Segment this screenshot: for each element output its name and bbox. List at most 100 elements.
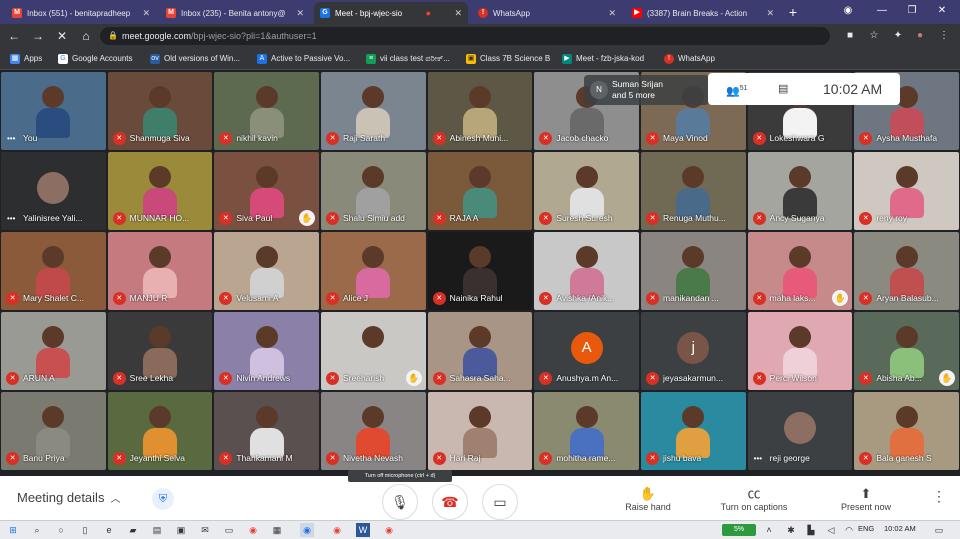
- cortana-icon[interactable]: ○: [54, 523, 68, 537]
- word-icon[interactable]: W: [356, 523, 370, 537]
- participant-tile[interactable]: ✕ Avishka /Anik...: [534, 232, 639, 310]
- participant-tile[interactable]: ✕ manikandan ...: [641, 232, 746, 310]
- participant-tile[interactable]: ✕ Suresh Suresh: [534, 152, 639, 230]
- photos-icon[interactable]: ▣: [174, 523, 188, 537]
- participant-tile[interactable]: ••• Yalinisree Yali...: [1, 152, 106, 230]
- chrome-icon[interactable]: ◉: [330, 523, 344, 537]
- bookmark-google-accounts[interactable]: G Google Accounts: [58, 52, 132, 66]
- browser-menu-icon[interactable]: ⋮: [936, 28, 952, 44]
- chat-icon[interactable]: ▤: [778, 80, 788, 98]
- participant-tile[interactable]: ✕ MUNNAR HO...: [107, 152, 213, 230]
- tab-gmail-1[interactable]: M Inbox (551) - benitapradheep ✕: [6, 2, 156, 24]
- tab-youtube[interactable]: ▶ (3387) Brain Breaks - Action ✕: [626, 2, 780, 24]
- people-icon[interactable]: 👥51: [726, 80, 748, 98]
- participant-tile[interactable]: ✕ Abisha Ab... ✋: [854, 312, 959, 390]
- host-controls-shield-icon[interactable]: ⛨: [152, 488, 174, 510]
- new-tab-button[interactable]: +: [784, 3, 802, 21]
- bookmark-class-7b[interactable]: ▣ Class 7B Science B: [466, 52, 550, 66]
- leave-call-button[interactable]: ☎: [432, 484, 468, 520]
- close-tab-icon[interactable]: ✕: [450, 8, 462, 19]
- participant-tile[interactable]: ✕ Jeyanthi Selva: [107, 392, 213, 470]
- folder-icon[interactable]: ▭: [222, 523, 236, 537]
- participant-tile[interactable]: ✕ RAJA A: [427, 152, 533, 230]
- back-icon[interactable]: ←: [6, 28, 22, 44]
- raise-hand-button[interactable]: ✋ Raise hand: [608, 486, 688, 512]
- participant-tile[interactable]: ✕ Shalu Simiu add: [321, 152, 426, 230]
- store-icon[interactable]: ▤: [150, 523, 164, 537]
- up-arrow-icon[interactable]: ˄: [762, 523, 776, 537]
- meeting-details-button[interactable]: Meeting details ︿: [17, 490, 120, 505]
- participant-tile[interactable]: ✕ Abinesh Muni...: [427, 72, 533, 150]
- avatar[interactable]: ●: [912, 28, 928, 44]
- participant-tile[interactable]: ••• You: [1, 72, 106, 150]
- participant-tile[interactable]: ✕ Nainika Rahul: [427, 232, 533, 310]
- chrome-icon[interactable]: ◉: [382, 523, 396, 537]
- captions-button[interactable]: ㏄ Turn on captions: [714, 486, 794, 512]
- participant-tile[interactable]: ✕ nikhil kavin: [214, 72, 319, 150]
- tab-whatsapp[interactable]: ! WhatsApp ✕: [472, 2, 622, 24]
- close-tab-icon[interactable]: ✕: [138, 8, 150, 19]
- home-icon[interactable]: ⌂: [78, 28, 94, 44]
- close-tab-icon[interactable]: ✕: [292, 8, 304, 19]
- bookmark-active-passive[interactable]: A Active to Passive Vo...: [257, 52, 350, 66]
- participant-tile[interactable]: ✕ Renuga Muthu...: [641, 152, 746, 230]
- participant-tile[interactable]: ✕ Mary Shalet C...: [1, 232, 106, 310]
- app-icon[interactable]: ▦: [270, 523, 284, 537]
- bookmark-apps[interactable]: ▦ Apps: [10, 52, 42, 66]
- stop-loading-icon[interactable]: ✕: [54, 28, 70, 44]
- extensions-icon[interactable]: ✦: [890, 28, 906, 44]
- participant-tile[interactable]: ✕ ARUN A: [1, 312, 106, 390]
- participant-tile[interactable]: ✕ Velusami A: [214, 232, 319, 310]
- participant-tile[interactable]: ✕ Alice J: [321, 232, 426, 310]
- bookmark-star-icon[interactable]: ☆: [866, 28, 882, 44]
- maximize-icon[interactable]: ❐: [902, 2, 922, 20]
- participant-tile[interactable]: ✕ jishu bava: [641, 392, 746, 470]
- participant-tile[interactable]: ✕ Sreeharish ✋: [321, 312, 426, 390]
- participant-tile[interactable]: ✕ MANJU R: [107, 232, 213, 310]
- participant-tile[interactable]: ✕ Raji Sarath: [321, 72, 426, 150]
- tab-gmail-2[interactable]: M Inbox (235) - Benita antony@ ✕: [160, 2, 310, 24]
- participant-tile[interactable]: ✕ Sahasra Saha...: [427, 312, 533, 390]
- chrome-active-icon[interactable]: ◉: [300, 523, 314, 537]
- participant-tile[interactable]: ✕ Ancy Suganya: [747, 152, 853, 230]
- camera-button[interactable]: ▭: [482, 484, 518, 520]
- wifi-icon[interactable]: ◠: [842, 523, 856, 537]
- participant-tile[interactable]: ✕ Perci Wilson: [747, 312, 853, 390]
- minimize-icon[interactable]: —: [872, 2, 892, 20]
- bookmark-meet[interactable]: ▶ Meet - fzb-jska-kod: [562, 52, 644, 66]
- windows-start-icon[interactable]: ⊞: [6, 523, 20, 537]
- chrome-icon[interactable]: ◉: [246, 523, 260, 537]
- participant-tile[interactable]: ✕ reny roy: [854, 152, 959, 230]
- edge-icon[interactable]: e: [102, 523, 116, 537]
- bookmark-whatsapp[interactable]: ! WhatsApp: [664, 52, 715, 66]
- participant-tile[interactable]: j ✕ jeyasakarmun...: [641, 312, 746, 390]
- profile-icon[interactable]: ◉: [838, 2, 858, 20]
- battery-indicator[interactable]: 5%: [722, 524, 756, 536]
- bookmark-class-test[interactable]: ≡ vii class test ಪರೀಕ್...: [366, 52, 450, 66]
- participant-tile[interactable]: ✕ mohitha rame...: [534, 392, 639, 470]
- bluetooth-icon[interactable]: ✱: [784, 523, 798, 537]
- notifications-icon[interactable]: ▭: [932, 523, 946, 537]
- participant-tile[interactable]: ✕ Nivetha Nevash: [321, 392, 426, 470]
- file-explorer-icon[interactable]: ▰: [126, 523, 140, 537]
- microphone-button[interactable]: 🎙: [382, 484, 418, 520]
- participant-tile[interactable]: ✕ Banu Priya: [1, 392, 106, 470]
- task-view-icon[interactable]: ▯: [78, 523, 92, 537]
- tab-meet[interactable]: G Meet - bpj-wjec-sio ● ✕: [314, 2, 468, 24]
- participant-tile[interactable]: ✕ Bala ganesh S: [854, 392, 959, 470]
- close-tab-icon[interactable]: ✕: [762, 8, 774, 19]
- participant-tile[interactable]: ✕ Shanmuga Siva: [107, 72, 213, 150]
- camera-permission-icon[interactable]: ■: [842, 28, 858, 44]
- language-indicator[interactable]: ENG: [858, 524, 874, 533]
- participant-tile[interactable]: ••• reji george: [747, 392, 853, 470]
- forward-icon[interactable]: →: [30, 28, 46, 44]
- close-tab-icon[interactable]: ✕: [604, 8, 616, 19]
- system-clock[interactable]: 10:02 AM: [884, 524, 916, 533]
- participant-tile[interactable]: ✕ Thankamani M: [214, 392, 319, 470]
- mail-icon[interactable]: ✉: [198, 523, 212, 537]
- volume-icon[interactable]: ◁: [824, 523, 838, 537]
- present-now-button[interactable]: ⬆ Present now: [826, 486, 906, 512]
- more-options-icon[interactable]: ⋮: [932, 488, 946, 505]
- participant-tile[interactable]: ✕ maha laks... ✋: [747, 232, 853, 310]
- participant-tile[interactable]: ✕ Sree Lekha: [107, 312, 213, 390]
